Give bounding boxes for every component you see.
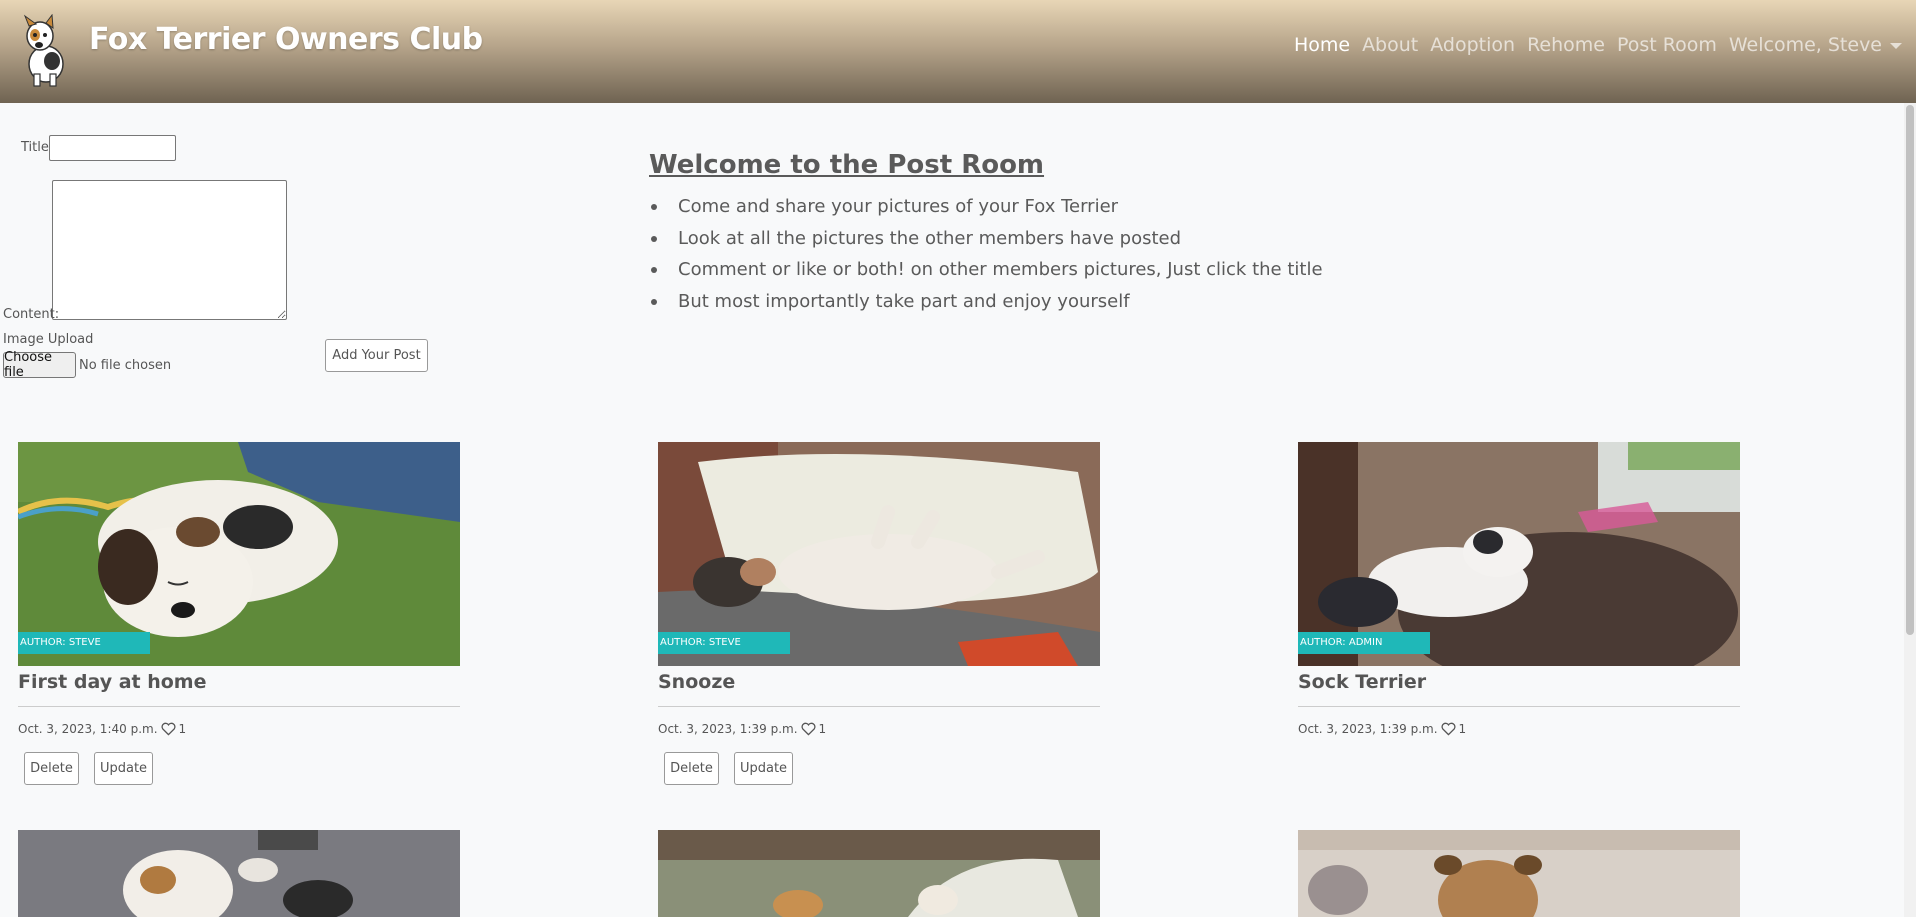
- update-button[interactable]: Update: [94, 752, 153, 785]
- nav-adoption[interactable]: Adoption: [1430, 34, 1515, 56]
- fox-terrier-logo-icon[interactable]: [16, 14, 74, 88]
- post-card: Author: Steve First day at home Oct. 3, …: [18, 442, 460, 787]
- nav-rehome[interactable]: Rehome: [1527, 34, 1605, 56]
- post-date: Oct. 3, 2023, 1:40 p.m.: [18, 722, 158, 736]
- card-divider: [1298, 706, 1740, 707]
- navbar: Fox Terrier Owners Club Home About Adopt…: [0, 0, 1916, 103]
- post-image[interactable]: [1298, 830, 1740, 917]
- post-date: Oct. 3, 2023, 1:39 p.m.: [1298, 722, 1438, 736]
- image-upload-label: Image Upload: [3, 332, 94, 347]
- card-divider: [658, 706, 1100, 707]
- post-image[interactable]: [658, 830, 1100, 917]
- post-meta: Oct. 3, 2023, 1:39 p.m. 1: [658, 722, 826, 736]
- post-card: Author: Steve Snooze Oct. 3, 2023, 1:39 …: [658, 442, 1100, 787]
- user-menu-label: Welcome, Steve: [1728, 34, 1882, 56]
- nav-links: Home About Adoption Rehome Post Room Wel…: [1294, 34, 1902, 56]
- post-image[interactable]: [18, 830, 460, 917]
- heart-icon[interactable]: [161, 722, 176, 736]
- post-title[interactable]: Sock Terrier: [1298, 671, 1426, 693]
- post-meta: Oct. 3, 2023, 1:40 p.m. 1: [18, 722, 186, 736]
- delete-button[interactable]: Delete: [664, 752, 719, 785]
- like-count: 1: [178, 722, 187, 736]
- welcome-title: Welcome to the Post Room: [649, 150, 1045, 180]
- post-card: Author: admin Sock Terrier Oct. 3, 2023,…: [1298, 442, 1740, 742]
- welcome-bullet: Come and share your pictures of your Fox…: [650, 195, 1323, 227]
- welcome-bullet: But most importantly take part and enjoy…: [650, 290, 1323, 322]
- nav-about[interactable]: About: [1362, 34, 1418, 56]
- nav-user-menu[interactable]: Welcome, Steve: [1729, 34, 1902, 56]
- brand-name[interactable]: Fox Terrier Owners Club: [89, 22, 483, 57]
- update-button[interactable]: Update: [734, 752, 793, 785]
- like-count: 1: [818, 722, 827, 736]
- content-textarea[interactable]: [52, 180, 287, 320]
- post-date: Oct. 3, 2023, 1:39 p.m.: [658, 722, 798, 736]
- scrollbar-thumb[interactable]: [1906, 105, 1914, 635]
- card-divider: [18, 706, 460, 707]
- welcome-bullet: Look at all the pictures the other membe…: [650, 227, 1323, 259]
- post-title[interactable]: First day at home: [18, 671, 207, 693]
- author-badge: Author: Steve: [658, 632, 790, 654]
- delete-button[interactable]: Delete: [24, 752, 79, 785]
- title-input[interactable]: [49, 135, 176, 161]
- post-meta: Oct. 3, 2023, 1:39 p.m. 1: [1298, 722, 1466, 736]
- heart-icon[interactable]: [1441, 722, 1456, 736]
- add-post-button[interactable]: Add Your Post: [325, 339, 428, 372]
- welcome-list: Come and share your pictures of your Fox…: [650, 195, 1323, 321]
- heart-icon[interactable]: [801, 722, 816, 736]
- author-badge: Author: admin: [1298, 632, 1430, 654]
- welcome-bullet: Comment or like or both! on other member…: [650, 258, 1323, 290]
- chevron-down-icon: [1890, 42, 1902, 49]
- like-count: 1: [1458, 722, 1467, 736]
- nav-post-room[interactable]: Post Room: [1617, 34, 1717, 56]
- nav-home[interactable]: Home: [1294, 34, 1350, 56]
- post-title[interactable]: Snooze: [658, 671, 735, 693]
- choose-file-button[interactable]: Choose file: [3, 350, 76, 380]
- author-badge: Author: Steve: [18, 632, 150, 654]
- file-status: No file chosen: [79, 358, 172, 373]
- content-label: Content:: [3, 307, 60, 322]
